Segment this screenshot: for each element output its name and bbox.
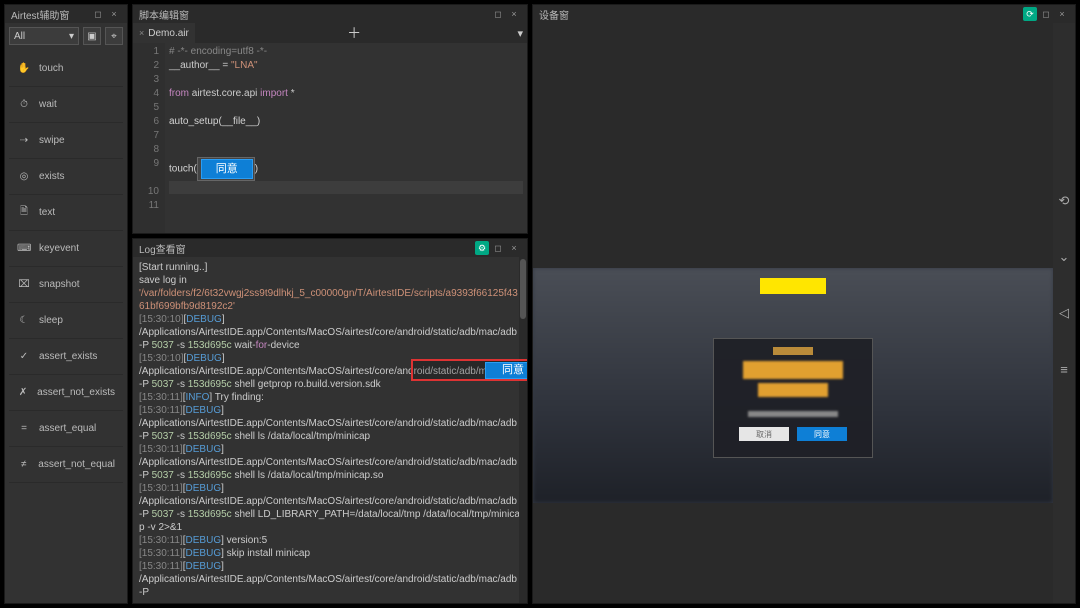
undock-icon[interactable]: ◻ bbox=[491, 7, 505, 21]
tab-label: Demo.air bbox=[148, 28, 189, 39]
op-icon: ◎ bbox=[17, 171, 31, 182]
log-title: Log查看窗 bbox=[139, 241, 186, 256]
code-area[interactable]: # -*- encoding=utf8 -*- __author__ = "LN… bbox=[165, 43, 527, 233]
op-text[interactable]: 🗎 text bbox=[9, 195, 123, 231]
op-label: wait bbox=[39, 99, 57, 110]
op-keyevent[interactable]: ⌨ keyevent bbox=[9, 231, 123, 267]
assistant-header: Airtest辅助窗 ◻ × bbox=[5, 5, 127, 23]
assistant-filter-label: All bbox=[14, 31, 25, 42]
op-touch[interactable]: ✋ touch bbox=[9, 51, 123, 87]
operation-list: ✋ touch ⏱ wait ⇢ swipe ◎ exists 🗎 text ⌨ keyevent ⌧ s… bbox=[9, 51, 123, 483]
op-sleep[interactable]: ☾ sleep bbox=[9, 303, 123, 339]
log-highlight-callout: 同意 bbox=[411, 359, 527, 381]
op-label: snapshot bbox=[39, 279, 80, 290]
record-button[interactable]: ▣ bbox=[83, 27, 101, 45]
back-icon[interactable]: ◁ bbox=[1056, 305, 1072, 321]
editor-tabs: × Demo.air ＋ ▾ bbox=[133, 23, 527, 43]
assistant-filter-dropdown[interactable]: All ▾ bbox=[9, 27, 79, 45]
log-header: Log查看窗 ⚙ ◻ × bbox=[133, 239, 527, 257]
log-panel: Log查看窗 ⚙ ◻ × [Start running..]save log i… bbox=[132, 238, 528, 604]
menu-icon[interactable]: ≡ bbox=[1056, 361, 1072, 377]
undock-icon[interactable]: ◻ bbox=[491, 241, 505, 255]
close-icon[interactable]: × bbox=[1055, 7, 1069, 21]
dialog-text bbox=[743, 361, 843, 379]
op-icon: ≠ bbox=[17, 459, 30, 470]
op-icon: ⌨ bbox=[17, 243, 31, 254]
editor-panel: 脚本编辑窗 ◻ × × Demo.air ＋ ▾ 1234567891011 bbox=[132, 4, 528, 234]
op-icon: ⇢ bbox=[17, 135, 31, 146]
op-assert_not_equal[interactable]: ≠ assert_not_equal bbox=[9, 447, 123, 483]
op-label: exists bbox=[39, 171, 65, 182]
log-template-image: 同意 bbox=[485, 362, 527, 379]
close-icon[interactable]: × bbox=[507, 241, 521, 255]
assistant-title: Airtest辅助窗 bbox=[11, 7, 69, 22]
assistant-panel: Airtest辅助窗 ◻ × All ▾ ▣ ⌖ ✋ touch ⏱ wait ⇢ swi… bbox=[4, 4, 128, 604]
device-screen[interactable]: 取消 同意 bbox=[533, 268, 1053, 503]
op-icon: ⌧ bbox=[17, 279, 31, 290]
dialog-agree-button[interactable]: 同意 bbox=[797, 427, 847, 441]
op-icon: = bbox=[17, 423, 31, 434]
tab-more-button[interactable]: ▾ bbox=[513, 27, 527, 40]
chevron-down-icon[interactable]: ⌄ bbox=[1056, 249, 1072, 265]
op-label: assert_exists bbox=[39, 351, 97, 362]
undock-icon[interactable]: ◻ bbox=[91, 7, 105, 21]
editor-header: 脚本编辑窗 ◻ × bbox=[133, 5, 527, 23]
op-exists[interactable]: ◎ exists bbox=[9, 159, 123, 195]
op-wait[interactable]: ⏱ wait bbox=[9, 87, 123, 123]
rotate-icon[interactable]: ⟲ bbox=[1056, 193, 1072, 209]
op-label: assert_not_exists bbox=[37, 387, 115, 398]
device-title: 设备窗 bbox=[539, 7, 569, 22]
tab-demo[interactable]: × Demo.air bbox=[133, 23, 195, 43]
op-icon: ⏱ bbox=[17, 99, 31, 110]
op-assert_equal[interactable]: = assert_equal bbox=[9, 411, 123, 447]
log-output[interactable]: [Start running..]save log in'/var/folder… bbox=[133, 257, 527, 603]
dialog-title bbox=[773, 347, 813, 355]
editor-title: 脚本编辑窗 bbox=[139, 7, 189, 22]
device-toolbar: ⟲ ⌄ ◁ ≡ bbox=[1053, 23, 1075, 603]
undock-icon[interactable]: ◻ bbox=[1039, 7, 1053, 21]
dialog-text bbox=[748, 411, 838, 417]
chevron-down-icon: ▾ bbox=[69, 31, 74, 42]
game-dialog: 取消 同意 bbox=[713, 338, 873, 458]
op-swipe[interactable]: ⇢ swipe bbox=[9, 123, 123, 159]
op-icon: ☾ bbox=[17, 315, 31, 326]
close-icon[interactable]: × bbox=[107, 7, 121, 21]
tab-add-button[interactable]: ＋ bbox=[343, 23, 365, 43]
op-assert_not_exists[interactable]: ✗ assert_not_exists bbox=[9, 375, 123, 411]
op-label: sleep bbox=[39, 315, 63, 326]
capture-button[interactable]: ⌖ bbox=[105, 27, 123, 45]
device-refresh-icon[interactable]: ⟳ bbox=[1023, 7, 1037, 21]
tab-close-icon[interactable]: × bbox=[139, 28, 144, 38]
op-icon: 🗎 bbox=[17, 204, 31, 221]
code-editor[interactable]: 1234567891011 # -*- encoding=utf8 -*- __… bbox=[133, 43, 527, 233]
op-assert_exists[interactable]: ✓ assert_exists bbox=[9, 339, 123, 375]
log-scrollbar[interactable] bbox=[519, 257, 527, 603]
op-label: text bbox=[39, 207, 55, 218]
close-icon[interactable]: × bbox=[507, 7, 521, 21]
op-label: keyevent bbox=[39, 243, 79, 254]
device-header: 设备窗 ⟳ ◻ × bbox=[533, 5, 1075, 23]
op-label: swipe bbox=[39, 135, 65, 146]
dialog-cancel-button[interactable]: 取消 bbox=[739, 427, 789, 441]
log-settings-icon[interactable]: ⚙ bbox=[475, 241, 489, 255]
op-label: touch bbox=[39, 63, 63, 74]
op-label: assert_not_equal bbox=[38, 459, 115, 470]
template-image-touch[interactable]: 同意 bbox=[197, 157, 255, 181]
op-snapshot[interactable]: ⌧ snapshot bbox=[9, 267, 123, 303]
op-label: assert_equal bbox=[39, 423, 96, 434]
op-icon: ✓ bbox=[17, 351, 31, 362]
device-screen-wrap: 取消 同意 bbox=[533, 23, 1053, 603]
device-panel: 设备窗 ⟳ ◻ × bbox=[532, 4, 1076, 604]
dialog-text bbox=[758, 383, 828, 397]
op-icon: ✗ bbox=[17, 387, 29, 398]
game-banner bbox=[760, 278, 826, 294]
op-icon: ✋ bbox=[17, 63, 31, 74]
line-gutter: 1234567891011 bbox=[133, 43, 165, 233]
